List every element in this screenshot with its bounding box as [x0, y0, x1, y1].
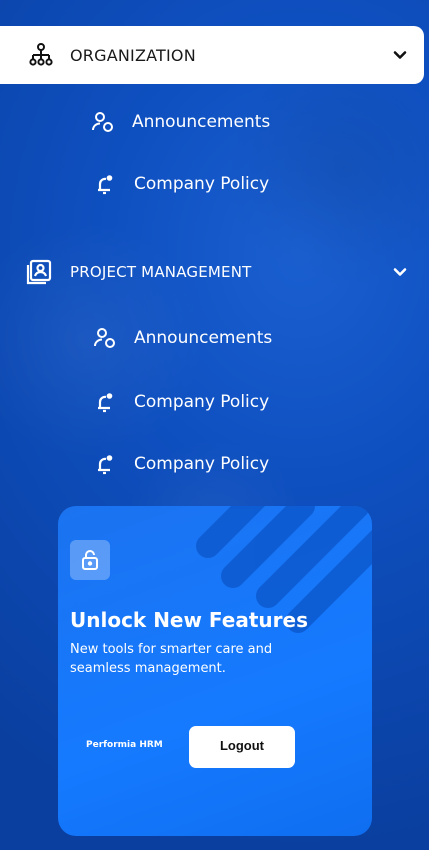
id-card-icon [24, 257, 54, 287]
users-icon [92, 325, 118, 351]
bell-icon [92, 389, 118, 415]
sidebar-item-announcements[interactable]: Announcements [0, 318, 424, 358]
bell-icon [92, 451, 118, 477]
promo-description: New tools for smarter care and seamless … [70, 642, 273, 676]
promo-title: Unlock New Features [70, 608, 308, 632]
chevron-down-icon[interactable] [390, 262, 410, 282]
sidebar-item-label: Company Policy [134, 174, 270, 194]
users-icon [90, 109, 116, 135]
sidebar-item-company-policy[interactable]: Company Policy [0, 444, 424, 484]
sidebar-item-label: Company Policy [134, 392, 270, 412]
sidebar-item-label: Announcements [132, 112, 271, 132]
sidebar-item-company-policy[interactable]: Company Policy [0, 164, 424, 204]
chevron-down-icon[interactable] [390, 45, 410, 65]
section-title: PROJECT MANAGEMENT [70, 263, 252, 281]
sidebar-section-organization[interactable]: ORGANIZATION [0, 26, 424, 84]
bell-icon [92, 171, 118, 197]
logout-button[interactable]: Logout [189, 726, 295, 768]
brand-name: Performia HRM [86, 740, 163, 750]
sidebar-item-label: Announcements [134, 328, 273, 348]
lock-icon [70, 540, 110, 580]
promo-card: Unlock New Features New tools for smarte… [58, 506, 372, 836]
sidebar-item-company-policy[interactable]: Company Policy [0, 382, 424, 422]
sidebar-section-project-management[interactable]: PROJECT MANAGEMENT [0, 243, 424, 301]
section-title: ORGANIZATION [70, 45, 196, 65]
org-chart-icon [26, 40, 56, 70]
sidebar-item-label: Company Policy [134, 454, 270, 474]
sidebar-item-announcements[interactable]: Announcements [0, 102, 424, 142]
